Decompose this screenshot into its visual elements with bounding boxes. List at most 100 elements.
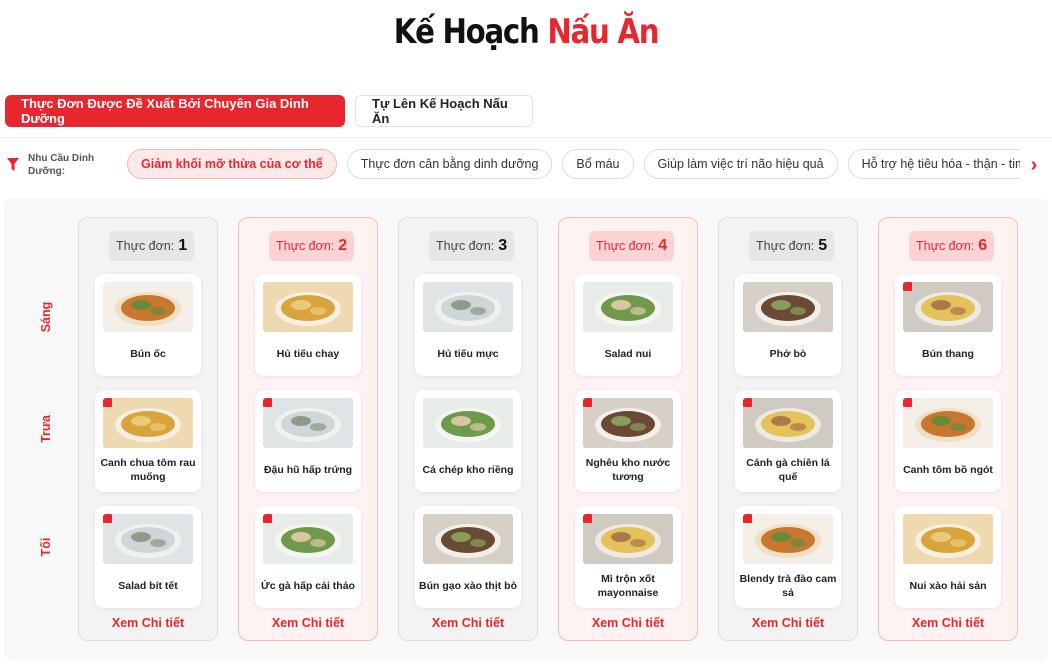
menu-column-4: Thực đơn: 4 Salad nui Nghêu kho nước tương M… (558, 217, 698, 641)
dish-name: Hủ tiếu mực (437, 348, 499, 360)
brand-logo-icon (103, 398, 112, 407)
meal-label-dinner: Tối (39, 537, 53, 557)
menu-badge-label: Thực đơn: (436, 239, 495, 253)
chip-blood[interactable]: Bổ máu (562, 149, 634, 179)
dish-name: Blendy trà đào cam sả (739, 573, 837, 599)
chip-reduce-fat[interactable]: Giảm khối mỡ thừa của cơ thể (127, 149, 337, 179)
menu-badge: Thực đơn: 3 (429, 231, 515, 261)
menu-number: 6 (978, 237, 988, 254)
nutrition-filter: Nhu Cầu Dinh Dưỡng: Giảm khối mỡ thừa củ… (0, 148, 1052, 182)
filter-chips: Giảm khối mỡ thừa của cơ thể Thực đơn câ… (127, 149, 1020, 181)
brand-logo-icon (103, 514, 112, 523)
menu-badge-label: Thực đơn: (916, 239, 975, 253)
meal-label-lunch: Trưa (39, 415, 53, 443)
dish-image (583, 514, 673, 564)
view-details-link[interactable]: Xem Chi tiết (79, 616, 217, 630)
menu-column-1: Thực đơn: 1 Bún ốc Canh chua tôm rau muống S… (78, 217, 218, 641)
dish-card-dinner[interactable]: Bún gạo xào thịt bò (415, 506, 521, 608)
divider (0, 137, 1052, 138)
title-main: Kế Hoạch (393, 12, 540, 52)
view-details-link[interactable]: Xem Chi tiết (559, 616, 697, 630)
brand-logo-icon (903, 398, 912, 407)
meal-plan-board: Sáng Trưa Tối Thực đơn: 1 Bún ốc Canh chua … (4, 198, 1048, 660)
brand-logo-icon (583, 514, 592, 523)
tab-self-plan[interactable]: Tự Lên Kế Hoạch Nấu Ăn (355, 95, 533, 127)
dish-image (423, 514, 513, 564)
dish-image (743, 282, 833, 332)
menu-badge: Thực đơn: 2 (269, 231, 355, 261)
menu-number: 3 (498, 237, 508, 254)
dish-name: Salad bít tết (118, 580, 178, 592)
dish-image (263, 282, 353, 332)
view-details-link[interactable]: Xem Chi tiết (719, 616, 857, 630)
dish-name: Cánh gà chiên lá quế (746, 457, 830, 483)
dish-image (423, 282, 513, 332)
chip-digestion[interactable]: Hỗ trợ hệ tiêu hóa - thận - tim mạch (847, 149, 1020, 179)
dish-card-dinner[interactable]: Ức gà hấp cải thảo (255, 506, 361, 608)
brand-logo-icon (263, 398, 272, 407)
dish-card-breakfast[interactable]: Hủ tiếu chay (255, 274, 361, 376)
dish-card-dinner[interactable]: Mì trộn xốt mayonnaise (575, 506, 681, 608)
dish-card-breakfast[interactable]: Hủ tiếu mực (415, 274, 521, 376)
brand-logo-icon (583, 398, 592, 407)
chip-balanced[interactable]: Thực đơn cân bằng dinh dưỡng (346, 149, 553, 179)
brand-logo-icon (743, 398, 752, 407)
dish-card-breakfast[interactable]: Salad nui (575, 274, 681, 376)
dish-name: Ức gà hấp cải thảo (261, 580, 355, 592)
dish-name: Cá chép kho riềng (422, 464, 514, 476)
plan-tabs: Thực Đơn Được Đề Xuất Bởi Chuyên Gia Din… (5, 95, 533, 127)
menu-number: 1 (178, 237, 188, 254)
title-accent: Nấu Ăn (547, 12, 659, 52)
dish-name: Phở bò (769, 348, 807, 360)
tab-expert-menu[interactable]: Thực Đơn Được Đề Xuất Bởi Chuyên Gia Din… (5, 95, 345, 127)
dish-image (263, 514, 353, 564)
dish-image (743, 398, 833, 448)
menu-number: 4 (658, 237, 668, 254)
dish-name: Canh tôm bồ ngót (903, 464, 993, 476)
dish-card-lunch[interactable]: Cánh gà chiên lá quế (735, 390, 841, 492)
dish-card-lunch[interactable]: Canh tôm bồ ngót (895, 390, 1001, 492)
dish-name: Bún thang (922, 348, 974, 360)
dish-name: Nghêu kho nước tương (585, 457, 671, 483)
dish-card-lunch[interactable]: Đậu hũ hấp trứng (255, 390, 361, 492)
dish-name: Salad nui (604, 348, 652, 360)
menu-column-6: Thực đơn: 6 Bún thang Canh tôm bồ ngót Nui x… (878, 217, 1018, 641)
menu-column-3: Thực đơn: 3 Hủ tiếu mực Cá chép kho riềng Bú… (398, 217, 538, 641)
dish-name: Bún gạo xào thịt bò (419, 580, 517, 592)
chip-brain[interactable]: Giúp làm việc trí não hiệu quả (643, 149, 838, 179)
chevron-right-icon[interactable]: › (1024, 154, 1044, 176)
menu-badge-label: Thực đơn: (276, 239, 335, 253)
dish-card-lunch[interactable]: Cá chép kho riềng (415, 390, 521, 492)
dish-name: Nui xào hải sản (909, 580, 987, 592)
dish-card-breakfast[interactable]: Bún ốc (95, 274, 201, 376)
menu-badge: Thực đơn: 1 (109, 231, 195, 261)
dish-image (583, 398, 673, 448)
dish-image (743, 514, 833, 564)
dish-card-dinner[interactable]: Blendy trà đào cam sả (735, 506, 841, 608)
dish-card-dinner[interactable]: Nui xào hải sản (895, 506, 1001, 608)
meal-label-breakfast: Sáng (39, 301, 53, 333)
menu-badge: Thực đơn: 4 (589, 231, 675, 261)
dish-image (903, 398, 993, 448)
view-details-link[interactable]: Xem Chi tiết (879, 616, 1017, 630)
view-details-link[interactable]: Xem Chi tiết (239, 616, 377, 630)
menu-column-2: Thực đơn: 2 Hủ tiếu chay Đậu hũ hấp trứng Ức… (238, 217, 378, 641)
dish-name: Bún ốc (130, 348, 166, 360)
dish-name: Hủ tiếu chay (276, 348, 340, 360)
dish-card-breakfast[interactable]: Phở bò (735, 274, 841, 376)
brand-logo-icon (263, 514, 272, 523)
dish-card-dinner[interactable]: Salad bít tết (95, 506, 201, 608)
dish-card-lunch[interactable]: Canh chua tôm rau muống (95, 390, 201, 492)
dish-name: Canh chua tôm rau muống (100, 457, 196, 483)
dish-image (103, 398, 193, 448)
dish-card-lunch[interactable]: Nghêu kho nước tương (575, 390, 681, 492)
dish-card-breakfast[interactable]: Bún thang (895, 274, 1001, 376)
menu-badge-label: Thực đơn: (116, 239, 175, 253)
menu-badge: Thực đơn: 6 (909, 231, 995, 261)
filter-icon (7, 158, 19, 171)
menu-badge-label: Thực đơn: (756, 239, 815, 253)
dish-image (263, 398, 353, 448)
dish-image (903, 282, 993, 332)
view-details-link[interactable]: Xem Chi tiết (399, 616, 537, 630)
dish-image (103, 514, 193, 564)
